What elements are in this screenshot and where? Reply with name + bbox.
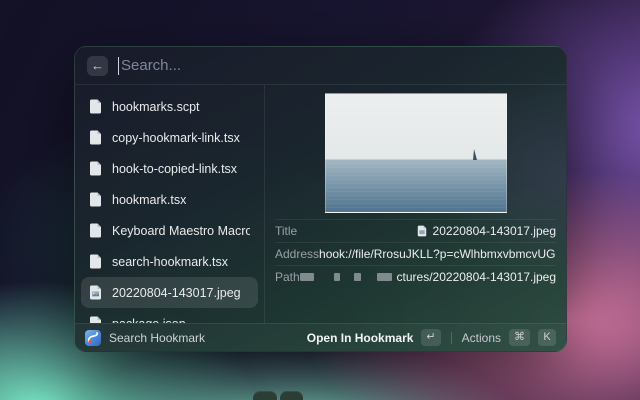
- meta-row-title: Title 20220804-143017.jpeg: [275, 219, 556, 242]
- list-item[interactable]: hookmark.tsx: [81, 184, 258, 215]
- detail-panel: Title 20220804-143017.jpeg Address hook:…: [265, 85, 566, 323]
- file-icon: [89, 130, 102, 145]
- file-icon: [417, 225, 427, 237]
- dock-icon-peek[interactable]: [253, 391, 277, 400]
- meta-value-address: hook://file/RrosuJKLL?p=cWlhbmxvbmcvUGlj…: [319, 247, 556, 261]
- footer-divider: [451, 332, 452, 344]
- back-button[interactable]: ←: [87, 56, 108, 76]
- image-preview: [325, 93, 507, 213]
- sailboat: [473, 149, 477, 160]
- hookmark-app-icon: [85, 330, 101, 346]
- image-file-icon: [89, 285, 102, 300]
- k-key-badge[interactable]: K: [538, 329, 556, 346]
- command-title: Search Hookmark: [109, 331, 205, 345]
- list-item[interactable]: hookmarks.scpt: [81, 91, 258, 122]
- list-item-label: hookmark.tsx: [112, 193, 186, 207]
- list-item-selected[interactable]: 20220804-143017.jpeg: [81, 277, 258, 308]
- meta-row-address: Address hook://file/RrosuJKLL?p=cWlhbmxv…: [275, 242, 556, 265]
- list-item[interactable]: copy-hookmark-link.tsx: [81, 122, 258, 153]
- redaction-block: [354, 273, 361, 281]
- list-item[interactable]: hook-to-copied-link.tsx: [81, 153, 258, 184]
- file-icon: [89, 223, 102, 238]
- list-item-label: Keyboard Maestro Macros.k…: [112, 224, 250, 238]
- primary-action-label[interactable]: Open In Hookmark: [307, 331, 414, 345]
- list-item-label: copy-hookmark-link.tsx: [112, 131, 240, 145]
- meta-label: Title: [275, 224, 297, 238]
- meta-label: Path: [275, 270, 300, 284]
- list-item[interactable]: package.json: [81, 308, 258, 323]
- meta-row-path: Path ctures/20220804-143017.jpeg: [275, 265, 556, 288]
- launcher-window: ← hookmarks.scpt copy-hookmark-link.tsx: [74, 46, 567, 352]
- actions-button[interactable]: Actions: [462, 331, 501, 345]
- file-icon: [89, 192, 102, 207]
- content-area: hookmarks.scpt copy-hookmark-link.tsx ho…: [75, 85, 566, 323]
- text-caret: [118, 57, 119, 75]
- return-key-badge[interactable]: ↵: [421, 329, 440, 346]
- metadata: Title 20220804-143017.jpeg Address hook:…: [265, 219, 566, 288]
- file-icon: [89, 254, 102, 269]
- results-list: hookmarks.scpt copy-hookmark-link.tsx ho…: [75, 85, 265, 323]
- list-item-label: hookmarks.scpt: [112, 100, 200, 114]
- list-item-label: 20220804-143017.jpeg: [112, 286, 241, 300]
- left-arrow-icon: ←: [91, 59, 104, 72]
- list-item[interactable]: Keyboard Maestro Macros.k…: [81, 215, 258, 246]
- file-icon: [89, 316, 102, 323]
- action-bar: Search Hookmark Open In Hookmark ↵ Actio…: [75, 323, 566, 351]
- dock-icon-peek[interactable]: [280, 391, 303, 400]
- file-icon: [89, 99, 102, 114]
- meta-value-title: 20220804-143017.jpeg: [433, 224, 556, 238]
- redaction-block: [334, 273, 341, 281]
- sea-texture: [326, 159, 506, 212]
- file-icon: [89, 161, 102, 176]
- list-item-label: search-hookmark.tsx: [112, 255, 228, 269]
- list-item-label: hook-to-copied-link.tsx: [112, 162, 237, 176]
- search-input[interactable]: [120, 57, 554, 74]
- redaction-block: [300, 273, 314, 281]
- meta-value-path: ctures/20220804-143017.jpeg: [397, 270, 556, 284]
- list-item[interactable]: search-hookmark.tsx: [81, 246, 258, 277]
- preview-area: [265, 85, 566, 219]
- redaction-block: [377, 273, 392, 281]
- meta-label: Address: [275, 247, 319, 261]
- cmd-key-badge[interactable]: ⌘: [509, 329, 530, 346]
- search-bar: ←: [75, 47, 566, 85]
